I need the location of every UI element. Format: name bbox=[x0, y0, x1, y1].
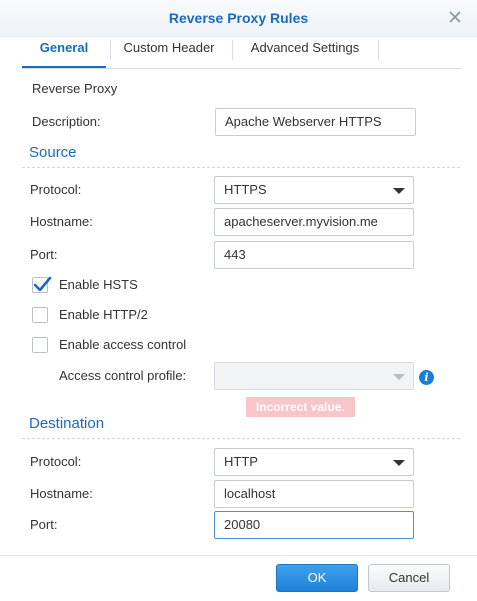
destination-heading: Destination bbox=[29, 415, 105, 432]
source-heading: Source bbox=[29, 144, 77, 161]
dialog-titlebar: Reverse Proxy Rules bbox=[0, 0, 477, 37]
reverse-proxy-group-label: Reverse Proxy bbox=[32, 81, 118, 96]
destination-port-input[interactable]: 20080 bbox=[214, 511, 414, 539]
destination-protocol-value: HTTP bbox=[224, 454, 258, 469]
source-protocol-select[interactable]: HTTPS bbox=[214, 176, 414, 204]
source-section-header: Source bbox=[22, 143, 460, 168]
enable-access-control-checkbox[interactable] bbox=[32, 337, 48, 353]
chevron-down-icon bbox=[393, 460, 405, 466]
source-port-label: Port: bbox=[30, 247, 58, 262]
destination-hostname-label: Hostname: bbox=[30, 486, 93, 501]
tab-divider bbox=[110, 40, 111, 60]
checkmark-icon bbox=[33, 276, 52, 292]
destination-hostname-input[interactable]: localhost bbox=[214, 480, 414, 508]
enable-http2-label: Enable HTTP/2 bbox=[59, 307, 148, 322]
tab-general[interactable]: General bbox=[22, 36, 106, 68]
close-icon[interactable] bbox=[447, 9, 463, 25]
cancel-button[interactable]: Cancel bbox=[368, 564, 450, 592]
enable-http2-checkbox[interactable] bbox=[32, 307, 48, 323]
access-control-profile-select[interactable] bbox=[214, 362, 414, 390]
tab-custom-header[interactable]: Custom Header bbox=[114, 36, 224, 66]
destination-protocol-select[interactable]: HTTP bbox=[214, 448, 414, 476]
destination-protocol-label: Protocol: bbox=[30, 454, 82, 469]
dialog-title: Reverse Proxy Rules bbox=[168, 10, 309, 26]
destination-section-header: Destination bbox=[22, 414, 460, 439]
reverse-proxy-dialog: Reverse Proxy Rules General Custom Heade… bbox=[0, 0, 477, 600]
enable-hsts-checkbox[interactable] bbox=[32, 276, 52, 293]
description-input[interactable]: Apache Webserver HTTPS bbox=[215, 108, 416, 136]
tab-advanced-settings[interactable]: Advanced Settings bbox=[240, 36, 370, 66]
info-icon[interactable]: i bbox=[419, 370, 434, 385]
chevron-down-icon bbox=[393, 374, 405, 380]
access-control-profile-label: Access control profile: bbox=[59, 368, 187, 383]
tab-divider bbox=[232, 40, 233, 60]
tab-bar: General Custom Header Advanced Settings bbox=[22, 36, 461, 69]
tab-divider bbox=[378, 40, 379, 60]
source-hostname-label: Hostname: bbox=[30, 214, 93, 229]
enable-hsts-label: Enable HSTS bbox=[59, 277, 138, 292]
source-protocol-label: Protocol: bbox=[30, 182, 82, 197]
destination-port-label: Port: bbox=[30, 517, 58, 532]
description-label: Description: bbox=[32, 114, 101, 129]
ok-button[interactable]: OK bbox=[276, 564, 358, 592]
chevron-down-icon bbox=[393, 188, 405, 194]
source-port-input[interactable]: 443 bbox=[214, 241, 414, 269]
enable-access-control-label: Enable access control bbox=[59, 337, 187, 352]
source-protocol-value: HTTPS bbox=[224, 182, 267, 197]
source-hostname-input[interactable]: apacheserver.myvision.me bbox=[214, 208, 414, 236]
